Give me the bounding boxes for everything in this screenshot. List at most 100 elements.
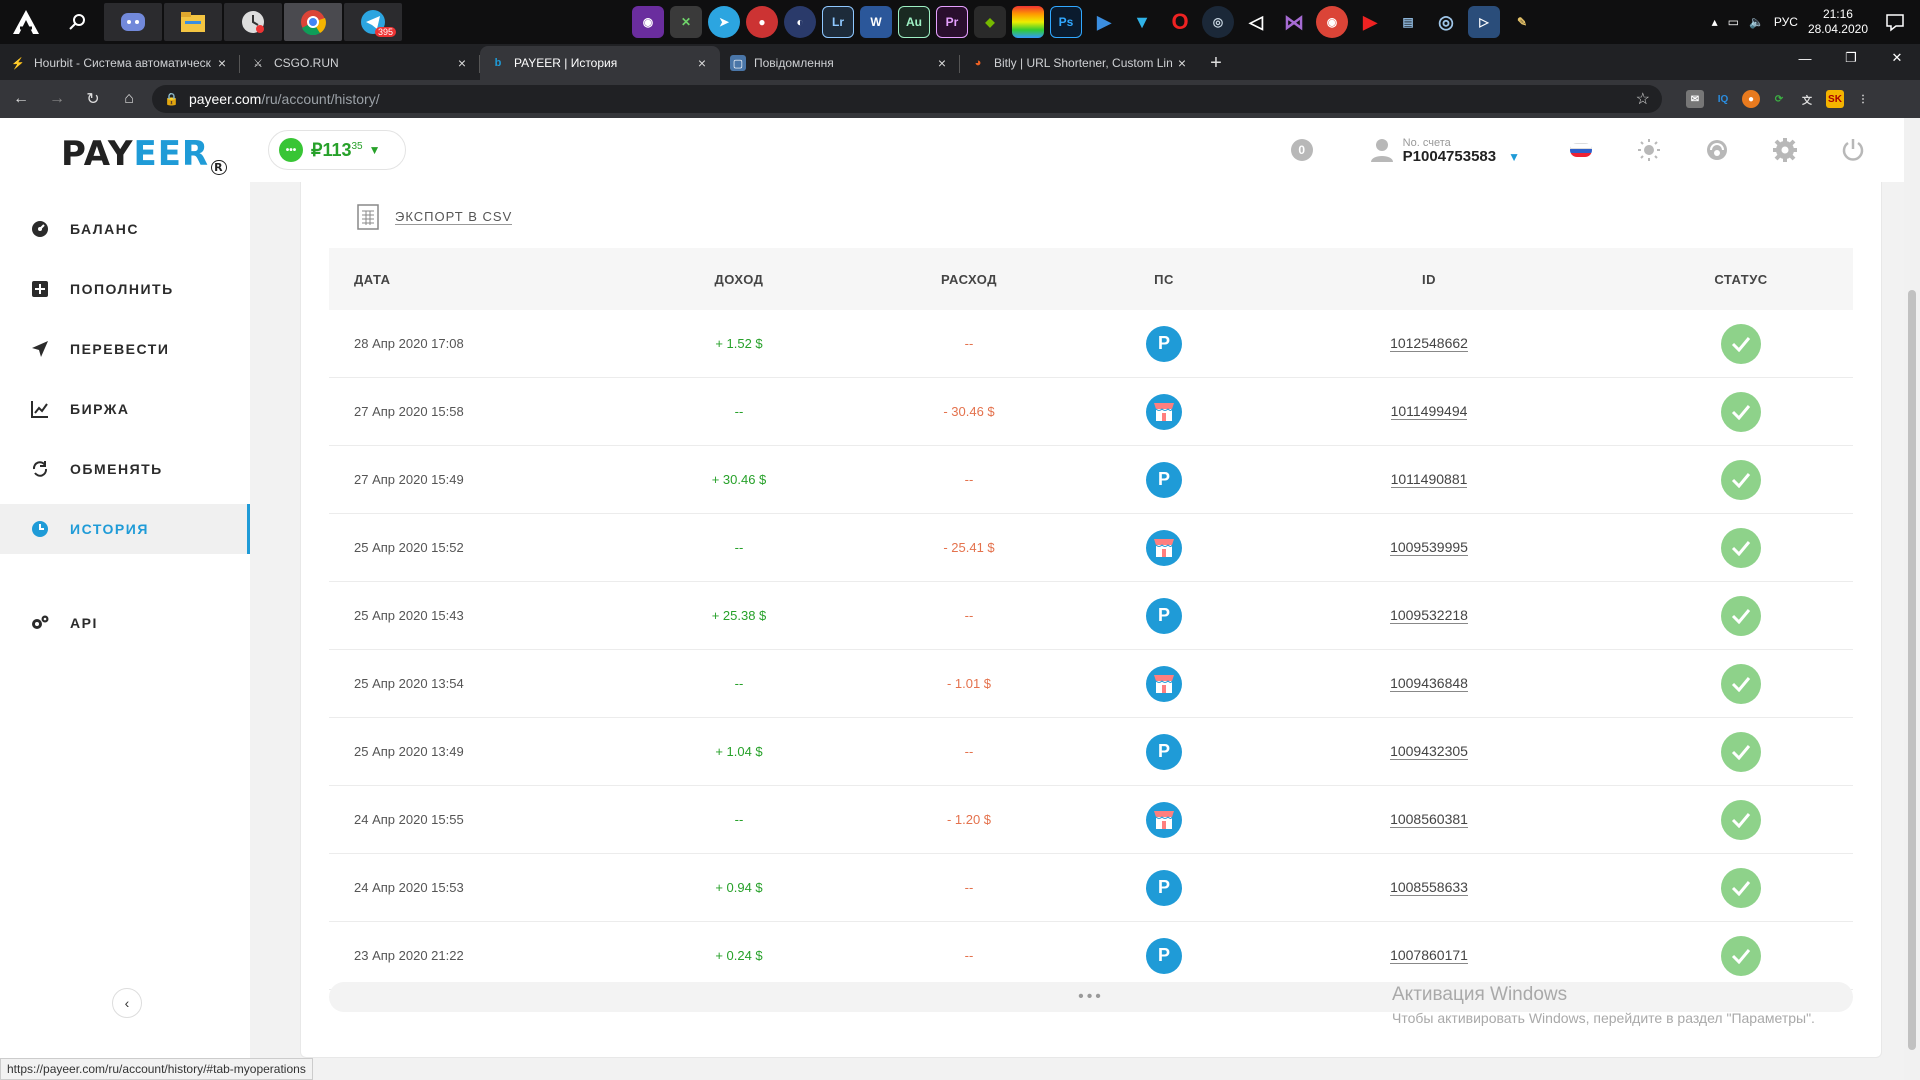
browser-tab-3[interactable]: ▢ Повідомлення × (720, 46, 960, 80)
podcast-app-icon[interactable]: ◉ (632, 6, 664, 38)
sidebar-item-balance[interactable]: БАЛАНС (0, 204, 250, 254)
telegram-taskbar-icon[interactable]: 395 (344, 3, 402, 41)
close-tab-icon[interactable]: × (934, 55, 950, 71)
table-row[interactable]: 28 Апр 2020 17:08 + 1.52 $ -- P 1012548662 (329, 310, 1853, 378)
close-tab-icon[interactable]: × (454, 55, 470, 71)
xbox-app-icon[interactable]: ✕ (670, 6, 702, 38)
extension-sync-icon[interactable]: ⟳ (1770, 90, 1788, 108)
network-tray-icon[interactable]: ▭ (1728, 15, 1739, 29)
table-row[interactable]: 25 Апр 2020 13:54 -- - 1.01 $ 1009436848 (329, 650, 1853, 718)
action-center-icon[interactable] (1884, 11, 1906, 33)
extension-mail-icon[interactable]: ✉ (1686, 90, 1704, 108)
tray-overflow-icon[interactable]: ▴ (1712, 15, 1718, 29)
extension-sk-icon[interactable]: SK (1826, 90, 1844, 108)
status-success-icon[interactable] (1721, 731, 1761, 772)
system-clock[interactable]: 21:16 28.04.2020 (1808, 7, 1868, 37)
support-icon[interactable] (1704, 137, 1730, 163)
forward-icon[interactable]: → (42, 84, 72, 114)
support-app-icon[interactable]: ◎ (1430, 6, 1462, 38)
sidebar-item-swap[interactable]: ОБМЕНЯТЬ (0, 444, 250, 494)
close-tab-icon[interactable]: × (214, 55, 230, 71)
page-scrollbar[interactable] (1904, 118, 1920, 1080)
network-app-icon[interactable]: ▤ (1392, 6, 1424, 38)
column-header-income[interactable]: ДОХОД (639, 272, 839, 287)
transaction-id-link[interactable]: 1011499494 (1390, 403, 1468, 420)
chrome-taskbar-icon[interactable] (284, 3, 342, 41)
collapse-sidebar-button[interactable]: ‹ (112, 988, 142, 1018)
payeer-logo[interactable]: PAYEER R (61, 134, 227, 175)
media-app-icon[interactable]: ▷ (1468, 6, 1500, 38)
premiere-app-icon[interactable]: Pr (936, 6, 968, 38)
status-success-icon[interactable] (1721, 935, 1761, 976)
transaction-id-link[interactable]: 1011490881 (1390, 471, 1468, 488)
discord-taskbar-icon[interactable] (104, 3, 162, 41)
language-flag-icon[interactable] (1570, 143, 1592, 157)
table-row[interactable]: 24 Апр 2020 15:55 -- - 1.20 $ 1008560381 (329, 786, 1853, 854)
status-success-icon[interactable] (1721, 799, 1761, 840)
transaction-id-link[interactable]: 1009539995 (1390, 539, 1468, 556)
language-indicator[interactable]: РУС (1774, 15, 1798, 29)
minimize-window-icon[interactable]: — (1782, 44, 1828, 72)
extension-iq-icon[interactable]: IQ (1714, 90, 1732, 108)
transaction-id-link[interactable]: 1012548662 (1390, 335, 1468, 352)
status-success-icon[interactable] (1721, 867, 1761, 908)
export-csv-button[interactable]: ЭКСПОРТ В CSV (357, 204, 513, 230)
close-window-icon[interactable]: ✕ (1874, 44, 1920, 72)
close-tab-icon[interactable]: × (1174, 55, 1190, 71)
word-app-icon[interactable]: W (860, 6, 892, 38)
status-success-icon[interactable] (1721, 323, 1761, 364)
restore-window-icon[interactable]: ❐ (1828, 44, 1874, 72)
sidebar-item-api[interactable]: API (0, 598, 250, 648)
transaction-id-link[interactable]: 1008560381 (1390, 811, 1468, 828)
extension-orange-icon[interactable]: ● (1742, 90, 1760, 108)
nvidia-app-icon[interactable]: ◆ (974, 6, 1006, 38)
logout-power-icon[interactable] (1840, 137, 1866, 163)
back-icon[interactable]: ← (6, 84, 36, 114)
chrome-app-icon[interactable]: ◉ (1316, 6, 1348, 38)
balance-selector[interactable]: ••• ₽11335 ▼ (268, 130, 406, 170)
theme-sun-icon[interactable] (1636, 137, 1662, 163)
notifications-badge[interactable]: 0 (1290, 139, 1313, 161)
transaction-id-link[interactable]: 1009436848 (1390, 675, 1468, 692)
lock-icon[interactable]: 🔒 (164, 92, 179, 106)
scrollbar-thumb[interactable] (1908, 290, 1916, 1050)
status-success-icon[interactable] (1721, 391, 1761, 432)
cinema4d-app-icon[interactable]: ◐ (784, 6, 816, 38)
sidebar-item-exchange-market[interactable]: БИРЖА (0, 384, 250, 434)
visual-studio-app-icon[interactable]: ⋈ (1278, 6, 1310, 38)
table-row[interactable]: 24 Апр 2020 15:53 + 0.94 $ -- P 1008558633 (329, 854, 1853, 922)
browser-tab-2[interactable]: b PAYEER | История × (480, 46, 720, 80)
opera-app-icon[interactable]: O (1164, 6, 1196, 38)
table-row[interactable]: 25 Апр 2020 15:52 -- - 25.41 $ 1009539995 (329, 514, 1853, 582)
settings-gear-icon[interactable] (1772, 137, 1798, 163)
table-row[interactable]: 27 Апр 2020 15:49 + 30.46 $ -- P 1011490881 (329, 446, 1853, 514)
home-icon[interactable]: ⌂ (114, 84, 144, 114)
lightroom-app-icon[interactable]: Lr (822, 6, 854, 38)
column-header-status[interactable]: СТАТУС (1629, 272, 1853, 287)
sidebar-item-history[interactable]: ИСТОРИЯ (0, 504, 250, 554)
status-success-icon[interactable] (1721, 527, 1761, 568)
browser-tab-0[interactable]: ⚡ Hourbit - Система автоматическ × (0, 46, 240, 80)
browser-menu-icon[interactable]: ⋮ (1854, 90, 1872, 108)
column-header-expense[interactable]: РАСХОД (839, 272, 1099, 287)
browser-tab-4[interactable]: ◕ Bitly | URL Shortener, Custom Lin × (960, 46, 1200, 80)
telegram-app-icon[interactable]: ➤ (708, 6, 740, 38)
sidebar-item-transfer[interactable]: ПЕРЕВЕСТИ (0, 324, 250, 374)
game-app-icon[interactable]: ● (746, 6, 778, 38)
transaction-id-link[interactable]: 1008558633 (1390, 879, 1468, 896)
status-success-icon[interactable] (1721, 595, 1761, 636)
transaction-id-link[interactable]: 1007860171 (1390, 947, 1468, 964)
status-success-icon[interactable] (1721, 459, 1761, 500)
new-tab-button[interactable]: + (1200, 46, 1232, 80)
start-logo-icon[interactable] (0, 0, 52, 44)
reload-icon[interactable]: ↻ (78, 84, 108, 114)
clock-app-taskbar-icon[interactable] (224, 3, 282, 41)
column-header-date[interactable]: ДАТА (329, 272, 639, 287)
account-selector[interactable]: No. счета P1004753583 ▼ (1369, 136, 1520, 164)
search-icon[interactable] (52, 0, 104, 44)
steam-app-icon[interactable]: ◎ (1202, 6, 1234, 38)
table-row[interactable]: 25 Апр 2020 13:49 + 1.04 $ -- P 1009432305 (329, 718, 1853, 786)
photoshop-app-icon[interactable]: Ps (1050, 6, 1082, 38)
column-header-id[interactable]: ID (1229, 272, 1629, 287)
youtube-app-icon[interactable]: ▶ (1354, 6, 1386, 38)
